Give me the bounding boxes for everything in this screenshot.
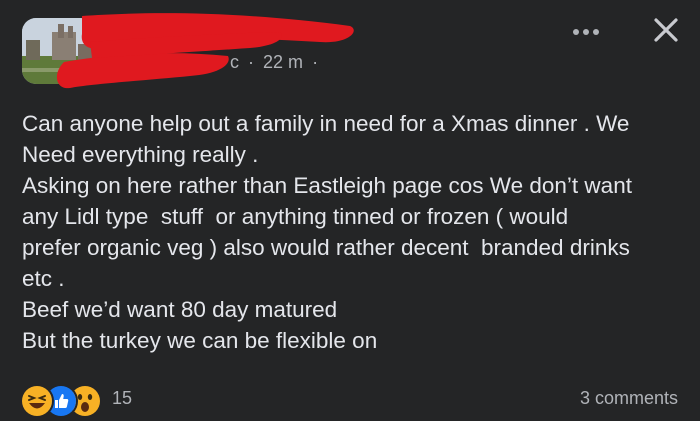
post-text-line: Beef we’d want 80 day matured — [22, 297, 338, 322]
author-name-fragment: c — [230, 52, 239, 72]
post-text: Can anyone help out a family in need for… — [22, 108, 692, 356]
post-footer: 15 3 comments — [0, 378, 700, 418]
reaction-count[interactable]: 15 — [112, 388, 132, 409]
post-meta: c · 22 m · — [230, 52, 322, 73]
meta-separator-trailing: · — [312, 52, 319, 72]
post-text-line: any Lidl type stuff or anything tinned o… — [22, 204, 569, 229]
more-horizontal-icon — [573, 29, 599, 35]
post-text-line: etc . — [22, 266, 65, 291]
comments-link[interactable]: 3 comments — [580, 388, 678, 409]
meta-separator: · — [248, 52, 255, 72]
reaction-icons[interactable] — [20, 384, 102, 418]
post-text-line: But the turkey we can be flexible on — [22, 328, 378, 353]
close-button[interactable] — [648, 12, 684, 48]
close-icon — [654, 18, 678, 42]
post-header: c · 22 m · — [0, 0, 700, 100]
post-timestamp[interactable]: 22 m — [263, 52, 303, 72]
haha-icon — [20, 384, 54, 418]
post-text-line: Need everything really . — [22, 142, 259, 167]
post-text-line: prefer organic veg ) also would rather d… — [22, 235, 630, 260]
post-text-line: Can anyone help out a family in need for… — [22, 111, 630, 136]
more-options-button[interactable] — [568, 20, 604, 44]
post-text-line: Asking on here rather than Eastleigh pag… — [22, 173, 632, 198]
